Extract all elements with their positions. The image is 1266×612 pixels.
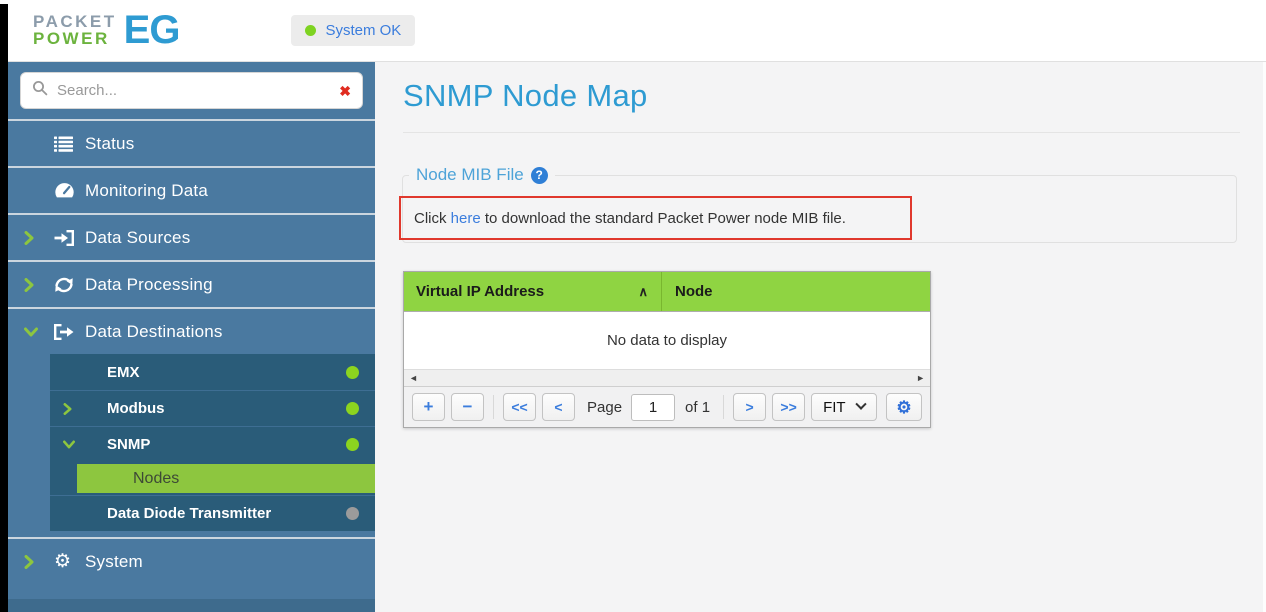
toolbar-separator: [493, 395, 494, 419]
logo-line-power: POWER: [33, 31, 117, 48]
submenu-item-data-diode-transmitter[interactable]: Data Diode Transmitter: [50, 495, 375, 531]
sort-asc-icon[interactable]: ∧: [638, 284, 648, 300]
sidebar: ✖ Status Monitoring Data: [8, 62, 375, 612]
chevron-down-icon: [24, 327, 54, 337]
packet-power-logo[interactable]: PACKET POWER EG: [33, 8, 179, 53]
status-dot-icon: [346, 402, 359, 415]
help-icon[interactable]: ?: [531, 167, 548, 184]
first-page-button[interactable]: <<: [503, 393, 536, 421]
status-dot-icon: [346, 366, 359, 379]
main-content: SNMP Node Map Node MIB File ? Click here…: [375, 62, 1266, 612]
column-header-virtual-ip[interactable]: Virtual IP Address ∧: [404, 272, 662, 311]
mib-text: Click here to download the standard Pack…: [414, 210, 846, 227]
submenu-item-label: SNMP: [107, 436, 150, 453]
toolbar-separator: [723, 395, 724, 419]
clear-search-icon[interactable]: ✖: [339, 84, 351, 98]
logo-line-packet: PACKET: [33, 14, 117, 31]
top-header: PACKET POWER EG System OK: [8, 0, 1266, 62]
annotation-highlight-box: Click here to download the standard Pack…: [399, 196, 912, 240]
list-icon: [54, 136, 85, 152]
sidebar-item-data-sources[interactable]: Data Sources: [8, 213, 375, 260]
table-empty-state: No data to display: [404, 312, 930, 369]
search-icon: [32, 80, 48, 101]
system-status-badge[interactable]: System OK: [291, 15, 415, 46]
gear-icon: ⚙: [896, 399, 911, 416]
submenu-item-label: Modbus: [107, 400, 165, 417]
sidebar-footer-strip: [8, 599, 375, 612]
chevron-right-icon: [24, 555, 54, 569]
window-edge-left: [0, 4, 8, 612]
horizontal-scrollbar[interactable]: ◄ ►: [404, 369, 930, 386]
sidebar-item-data-processing[interactable]: Data Processing: [8, 260, 375, 307]
table-settings-button[interactable]: ⚙: [886, 393, 922, 421]
page-size-value: FIT: [823, 399, 846, 416]
submenu-item-label: Nodes: [133, 470, 179, 488]
legend-label: Node MIB File: [416, 165, 524, 185]
column-label: Virtual IP Address: [416, 283, 544, 300]
prev-page-button[interactable]: <: [542, 393, 575, 421]
page-number-input[interactable]: [631, 394, 675, 421]
submenu-item-modbus[interactable]: Modbus: [50, 390, 375, 426]
page-count-label: of 1: [685, 399, 710, 416]
sidebar-item-label: Data Processing: [85, 275, 213, 295]
chevron-right-icon: [24, 231, 54, 245]
sidebar-item-label: Data Sources: [85, 228, 190, 248]
sync-icon: [54, 277, 85, 293]
search-input[interactable]: [57, 82, 330, 99]
snmp-node-table: Virtual IP Address ∧ Node No data to dis…: [403, 271, 931, 428]
status-dot-icon: [346, 438, 359, 451]
gear-icon: ⚙: [54, 552, 85, 571]
next-page-button[interactable]: >: [733, 393, 766, 421]
page-label: Page: [587, 399, 622, 416]
remove-row-button[interactable]: −: [451, 393, 484, 421]
sidebar-item-status[interactable]: Status: [8, 119, 375, 166]
sidebar-nav: Status Monitoring Data Data Sources: [8, 119, 375, 584]
logo-product-eg: EG: [124, 8, 180, 53]
submenu-item-snmp[interactable]: SNMP: [50, 426, 375, 462]
node-mib-file-legend: Node MIB File ?: [409, 165, 555, 185]
chevron-right-icon: [24, 278, 54, 292]
data-destinations-submenu: EMX Modbus SNMP: [50, 354, 375, 531]
chevron-right-icon: [63, 403, 107, 415]
scroll-left-icon[interactable]: ◄: [409, 373, 418, 383]
page-size-select[interactable]: FIT: [811, 393, 877, 421]
app-window: PACKET POWER EG System OK ✖ Status: [0, 0, 1266, 612]
scroll-right-icon[interactable]: ►: [916, 373, 925, 383]
logo-wordmark: PACKET POWER: [33, 14, 117, 47]
title-divider: [403, 132, 1240, 133]
sidebar-item-label: Data Destinations: [85, 322, 223, 342]
submenu-item-emx[interactable]: EMX: [50, 354, 375, 390]
last-page-button[interactable]: >>: [772, 393, 805, 421]
table-header-row: Virtual IP Address ∧ Node: [404, 272, 930, 312]
submenu-item-label: EMX: [107, 364, 140, 381]
status-ok-dot-icon: [305, 25, 316, 36]
column-label: Node: [675, 283, 713, 300]
add-row-button[interactable]: +: [412, 393, 445, 421]
sidebar-item-monitoring-data[interactable]: Monitoring Data: [8, 166, 375, 213]
submenu-item-nodes-selected[interactable]: Nodes: [77, 462, 375, 495]
status-dot-icon: [346, 507, 359, 520]
sign-out-icon: [54, 324, 85, 340]
chevron-down-icon: [63, 440, 107, 449]
table-toolbar: + − << < Page of 1 > >> FIT ⚙: [404, 386, 930, 427]
gauge-icon: [54, 182, 85, 199]
empty-message: No data to display: [607, 332, 727, 349]
window-edge-top: [0, 0, 1266, 4]
sidebar-search: ✖: [20, 72, 363, 109]
column-header-node[interactable]: Node: [662, 272, 930, 311]
mib-download-link[interactable]: here: [451, 210, 481, 227]
sidebar-item-label: Monitoring Data: [85, 181, 208, 201]
sign-in-icon: [54, 230, 85, 246]
submenu-item-label: Data Diode Transmitter: [107, 505, 271, 522]
page-title: SNMP Node Map: [403, 78, 648, 114]
sidebar-item-data-destinations[interactable]: Data Destinations: [8, 307, 375, 354]
sidebar-item-system[interactable]: ⚙ System: [8, 537, 375, 584]
sidebar-item-label: Status: [85, 134, 134, 154]
status-badge-label: System OK: [325, 22, 401, 39]
sidebar-item-label: System: [85, 552, 143, 572]
chevron-down-icon: [855, 399, 866, 410]
